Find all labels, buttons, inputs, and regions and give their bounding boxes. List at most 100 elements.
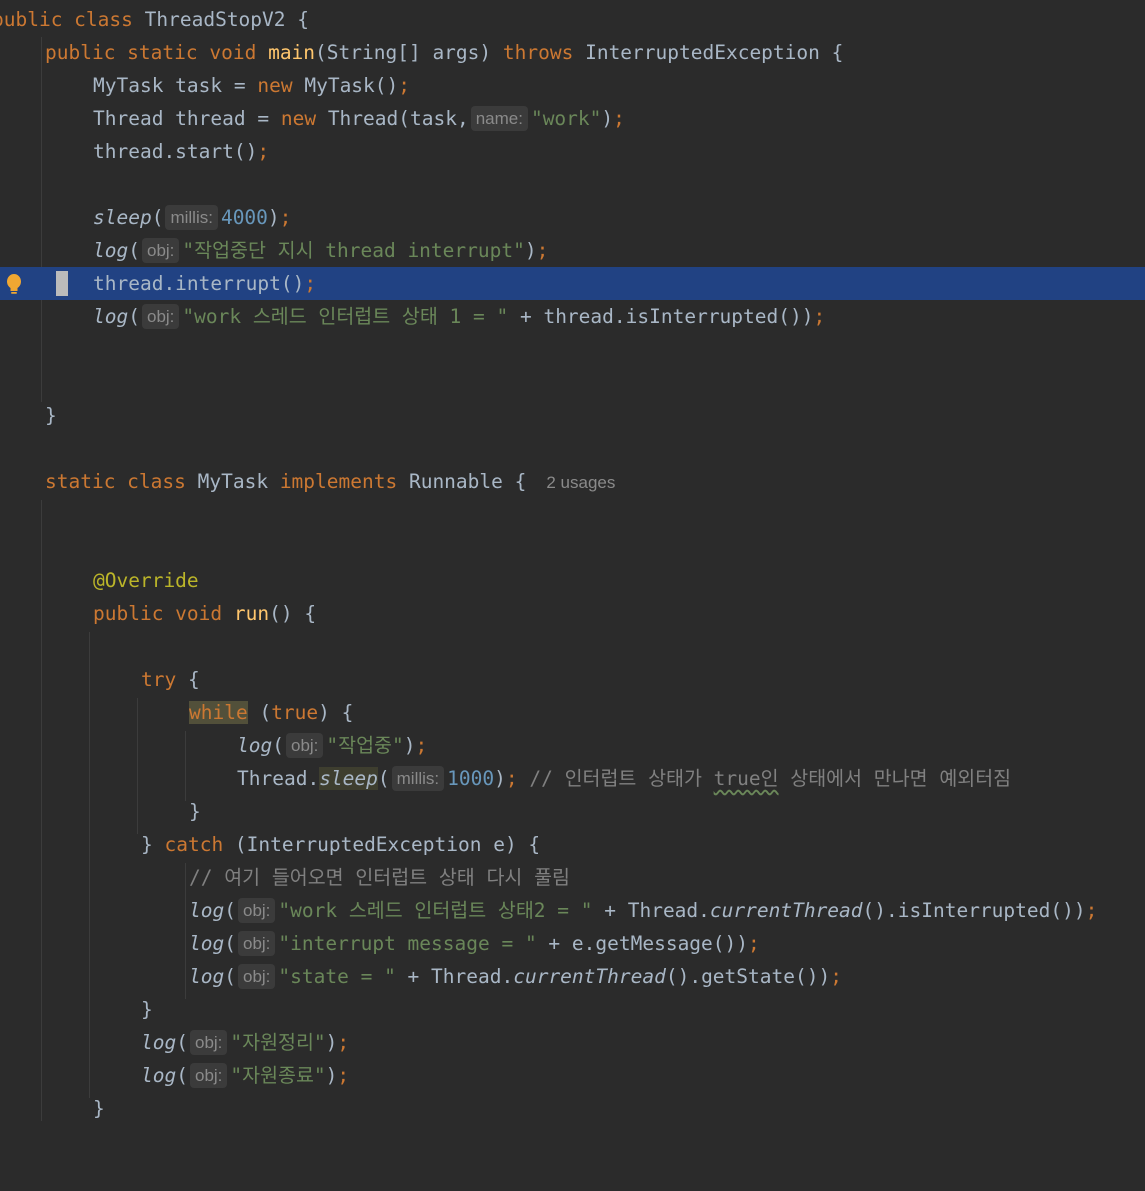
keyword: implements [279,470,398,493]
code-line[interactable]: log(obj: "자원종료"); [0,1059,1145,1092]
code-text: ) [325,1064,338,1087]
keyword: true [271,701,319,724]
code-line[interactable]: static class MyTask implements Runnable … [0,465,1145,498]
keyword: public class [0,8,133,31]
code-text: thread.start() [93,140,258,163]
code-line[interactable]: log(obj: "자원정리"); [0,1026,1145,1059]
code-text: } [93,1097,105,1120]
code-text: MyTask task = [93,74,258,97]
code-text: + Thread. [592,899,710,922]
keyword: catch [164,833,224,856]
keyword: new [280,107,317,130]
code-line[interactable]: } [0,993,1145,1026]
code-text: ().getState()) [665,965,831,988]
code-line[interactable]: public class ThreadStopV2 { [0,3,1145,36]
code-text: Thread. [237,767,320,790]
keyword: try [141,668,177,691]
code-text: { [176,668,200,691]
parameter-hint: obj: [237,931,276,956]
comment: // 여기 들어오면 인터럽트 상태 다시 풀림 [189,866,570,889]
method-call: currentThread [709,899,863,922]
spellcheck-warning[interactable]: true인 [714,767,779,790]
code-text: ().isInterrupted()) [862,899,1086,922]
string-literal: "interrupt message = " [278,932,537,955]
code-text: ) [494,767,506,790]
code-line[interactable]: log(obj: "state = " + Thread.currentThrea… [0,960,1145,993]
code-line[interactable]: } [0,399,1145,432]
keyword: new [257,74,293,97]
parameter-hint: obj: [141,304,180,329]
method-call: log [189,932,225,955]
code-text: ) [601,107,614,130]
code-line[interactable]: log(obj: "work 스레드 인터럽트 상태 1 = " + thread… [0,300,1145,333]
keyword: public void [93,602,223,625]
parameter-hint: millis: [165,205,218,230]
code-text: Runnable { [397,470,527,493]
code-line[interactable]: log(obj: "work 스레드 인터럽트 상태2 = " + Thread.… [0,894,1145,927]
code-text: ( [128,305,140,328]
code-text: ( [377,767,390,790]
code-text: ) [403,734,416,757]
code-text: Thread thread = [93,107,281,130]
semicolon: ; [536,239,549,262]
code-line[interactable]: } [0,795,1145,828]
code-line[interactable]: } [0,1092,1145,1125]
code-text: } [141,833,165,856]
parameter-hint: name: [470,106,528,131]
parameter-hint: obj: [141,238,180,263]
string-literal: "작업중단 지시 thread interrupt" [182,239,525,262]
code-text: ( [128,239,140,262]
code-line[interactable]: } catch (InterruptedException e) { [0,828,1145,861]
code-line[interactable]: MyTask task = new MyTask(); [0,69,1145,102]
string-literal: "작업중" [326,734,404,757]
code-text: ( [176,1064,188,1087]
lightbulb-icon[interactable] [6,273,22,297]
method-call: log [93,239,129,262]
code-editor[interactable]: public class ThreadStopV2 { public stati… [0,0,1145,1121]
code-text: } [189,800,201,823]
code-line[interactable]: public void run() { [0,597,1145,630]
code-text: () { [269,602,317,625]
code-line[interactable]: log(obj: "작업중"); [0,729,1145,762]
code-line[interactable]: while (true) { [0,696,1145,729]
code-line[interactable]: public static void main(String[] args) t… [0,36,1145,69]
comment: // 인터럽트 상태가 [517,767,714,790]
semicolon: ; [813,305,826,328]
parameter-hint: obj: [237,898,276,923]
method-call: log [141,1064,177,1087]
code-text: + thread.isInterrupted()) [508,305,814,328]
code-text: ) [325,1031,338,1054]
code-text: ( [151,206,164,229]
code-text: ( [272,734,284,757]
number-literal: 4000 [220,206,268,229]
code-line[interactable]: thread.start(); [0,135,1145,168]
code-text: ) [267,206,280,229]
usages-hint[interactable]: 2 usages [546,473,615,492]
method-call: log [93,305,129,328]
code-line[interactable]: // 여기 들어오면 인터럽트 상태 다시 풀림 [0,861,1145,894]
parameter-hint: obj: [189,1063,228,1088]
code-line[interactable]: try { [0,663,1145,696]
code-line[interactable]: @Override [0,564,1145,597]
method-name: main [268,41,316,64]
code-text: ( [247,701,272,724]
code-text: ( [176,1031,188,1054]
code-text: } [141,998,153,1021]
code-line[interactable]: sleep(millis: 4000); [0,201,1145,234]
code-line[interactable]: Thread thread = new Thread(task, name: "wo… [0,102,1145,135]
string-literal: "자원정리" [230,1031,326,1054]
method-call: currentThread [513,965,666,988]
keyword-highlighted: while [189,701,248,724]
parameter-hint: millis: [391,766,445,791]
comment: 상태에서 만나면 예외터짐 [778,767,1012,790]
code-line[interactable]: Thread.sleep(millis: 1000); // 인터럽트 상태가 t… [0,762,1145,795]
current-line[interactable]: thread.interrupt(); [0,267,1145,300]
string-literal: "work 스레드 인터럽트 상태2 = " [278,899,593,922]
code-line[interactable]: log(obj: "작업중단 지시 thread interrupt"); [0,234,1145,267]
code-line[interactable]: log(obj: "interrupt message = " + e.getMe… [0,927,1145,960]
code-text: MyTask() [292,74,399,97]
method-call: log [189,899,225,922]
string-literal: "work" [530,107,602,130]
code-text: Thread(task, [316,107,469,130]
code-text: + e.getMessage()) [536,932,749,955]
